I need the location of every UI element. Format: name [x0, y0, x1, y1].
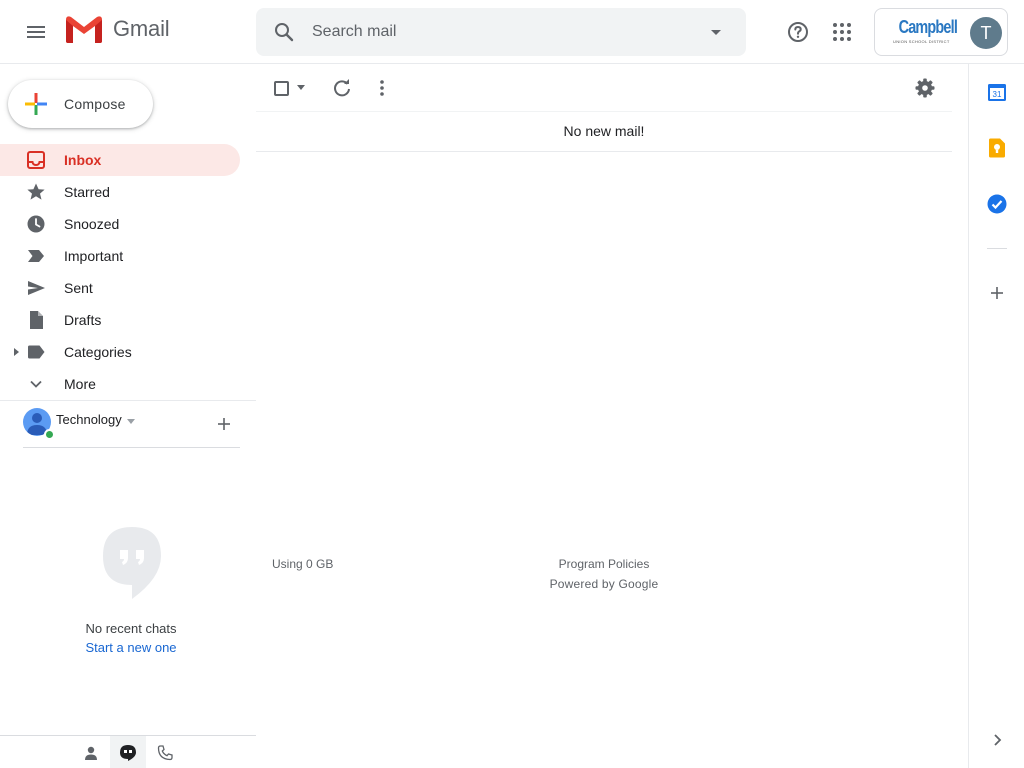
expand-arrow-icon[interactable] — [11, 347, 21, 357]
sidebar-divider — [0, 400, 256, 401]
draft-icon — [26, 310, 46, 330]
get-addons-button[interactable] — [985, 281, 1009, 305]
more-vert-icon[interactable] — [372, 78, 392, 98]
app-name: Gmail — [113, 16, 170, 41]
show-side-panel-button[interactable] — [985, 728, 1009, 752]
sidebar-item-important[interactable]: Important — [0, 240, 240, 272]
hangouts-bubble-icon — [103, 527, 161, 599]
svg-text:31: 31 — [993, 90, 1002, 99]
inbox-icon — [26, 150, 46, 170]
sidebar-item-more[interactable]: More — [0, 368, 240, 400]
sidebar-item-label: Inbox — [64, 152, 102, 168]
sidebar-item-starred[interactable]: Starred — [0, 176, 240, 208]
sidebar-item-snoozed[interactable]: Snoozed — [0, 208, 240, 240]
folder-list: Inbox Starred Snoozed Important Sent Dra… — [0, 144, 256, 400]
sidebar-item-drafts[interactable]: Drafts — [0, 304, 240, 336]
empty-inbox-message: No new mail! — [256, 112, 952, 152]
sidebar: Compose Inbox Starred Snoozed Important — [0, 64, 256, 768]
hangouts-bottom-bar — [0, 735, 256, 768]
org-subtitle: UNION SCHOOL DISTRICT — [893, 39, 950, 44]
important-icon — [26, 246, 46, 266]
hangouts-icon — [120, 744, 136, 761]
phone-tab[interactable] — [147, 736, 183, 768]
tasks-button[interactable] — [985, 192, 1009, 216]
search-icon[interactable] — [272, 20, 296, 44]
apps-grid-icon — [833, 23, 851, 41]
hangouts-user: Technology — [0, 404, 256, 448]
keep-button[interactable] — [985, 136, 1009, 160]
powered-by-text: Powered by Google — [549, 577, 659, 591]
select-options-icon[interactable] — [297, 85, 305, 90]
online-status-dot — [44, 429, 55, 440]
tasks-icon — [987, 194, 1007, 214]
hamburger-icon — [27, 26, 45, 38]
compose-plus-icon — [25, 93, 47, 115]
search-bar — [256, 8, 746, 56]
search-input[interactable] — [312, 8, 692, 56]
storage-usage: Using 0 GB — [272, 557, 334, 571]
star-icon — [26, 182, 46, 202]
clock-icon — [26, 214, 46, 234]
add-contact-icon[interactable] — [214, 414, 234, 434]
sidebar-item-inbox[interactable]: Inbox — [0, 144, 240, 176]
sidebar-item-label: Snoozed — [64, 216, 120, 232]
chevron-down-icon — [26, 374, 46, 394]
calendar-button[interactable]: 31 — [985, 80, 1009, 104]
support-button[interactable] — [774, 8, 822, 56]
refresh-icon[interactable] — [332, 78, 352, 98]
plus-icon — [991, 287, 1003, 299]
org-name: Campbell — [898, 17, 958, 37]
google-apps-button[interactable] — [818, 8, 866, 56]
account-avatar[interactable]: T — [970, 17, 1002, 49]
compose-label: Compose — [64, 96, 126, 112]
sidebar-item-label: More — [64, 376, 96, 392]
program-policies-link[interactable]: Program Policies — [456, 557, 752, 571]
top-bar: Gmail Campbell UNION SCHOOL D — [0, 0, 1024, 64]
gmail-m-icon — [66, 16, 102, 43]
calendar-icon: 31 — [988, 84, 1006, 101]
account-switcher[interactable]: Campbell UNION SCHOOL DISTRICT T — [874, 8, 1008, 56]
help-icon — [788, 22, 808, 42]
sidebar-item-label: Starred — [64, 184, 110, 200]
side-panel: 31 — [968, 64, 1024, 768]
side-panel-divider — [987, 248, 1007, 249]
keep-icon — [989, 138, 1005, 158]
conversations-tab[interactable] — [110, 736, 146, 768]
gmail-logo[interactable]: Gmail — [64, 14, 170, 44]
sidebar-item-label: Categories — [64, 344, 132, 360]
message-toolbar — [256, 64, 952, 112]
hangouts-divider — [23, 447, 240, 448]
contacts-tab[interactable] — [73, 736, 109, 768]
organization-logo: Campbell UNION SCHOOL DISTRICT — [893, 15, 958, 51]
sidebar-item-sent[interactable]: Sent — [0, 272, 240, 304]
phone-icon — [157, 744, 173, 760]
gear-icon[interactable] — [915, 78, 935, 98]
person-icon — [85, 746, 97, 760]
sidebar-item-categories[interactable]: Categories — [0, 336, 240, 368]
caret-down-icon[interactable] — [127, 419, 135, 424]
label-icon — [26, 342, 46, 362]
sidebar-item-label: Drafts — [64, 312, 102, 328]
send-icon — [26, 278, 46, 298]
sidebar-item-label: Sent — [64, 280, 93, 296]
no-chats-text: No recent chats — [85, 621, 177, 636]
hangouts-user-name[interactable]: Technology — [56, 412, 122, 427]
start-chat-link[interactable]: Start a new one — [0, 640, 262, 655]
chevron-right-icon — [994, 734, 1002, 746]
compose-button[interactable]: Compose — [8, 80, 153, 128]
search-options-icon[interactable] — [704, 20, 728, 44]
sidebar-item-label: Important — [64, 248, 124, 264]
main-menu-button[interactable] — [12, 8, 60, 56]
select-all-checkbox[interactable] — [274, 81, 289, 96]
